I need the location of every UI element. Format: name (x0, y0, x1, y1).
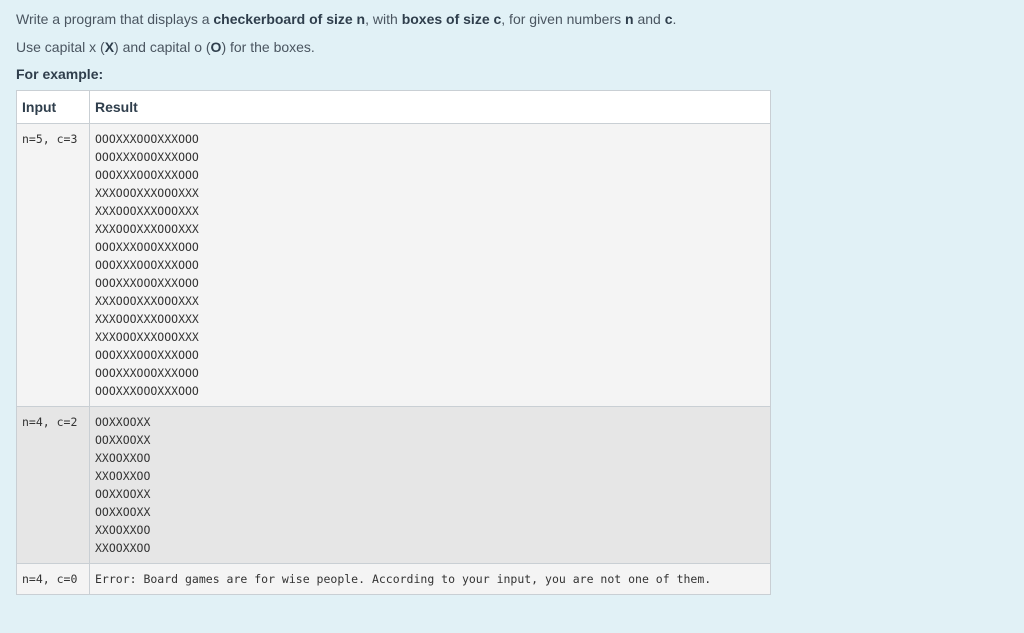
instruction-line-1: Write a program that displays a checkerb… (16, 9, 1008, 29)
instruction-text: , for given numbers (501, 11, 626, 27)
instruction-text: and (633, 11, 665, 27)
emphasis-text: O (210, 39, 222, 55)
result-cell: Error: Board games are for wise people. … (89, 563, 771, 595)
instruction-text: ) for the boxes. (221, 39, 315, 55)
table-row: n=4, c=2 OOXXOOXX OOXXOOXX XXOOXXOO XXOO… (16, 406, 771, 564)
table-row: n=4, c=0 Error: Board games are for wise… (16, 563, 771, 595)
result-cell: OOOXXXOOOXXXOOO OOOXXXOOOXXXOOO OOOXXXOO… (89, 123, 771, 407)
header-input: Input (16, 90, 90, 124)
emphasis-text: c (664, 11, 673, 27)
instruction-line-2: Use capital x (X) and capital o (O) for … (16, 37, 1008, 57)
input-cell: n=4, c=0 (16, 563, 90, 595)
instruction-text: Write a program that displays a (16, 11, 214, 27)
table-header-row: Input Result (16, 90, 771, 124)
for-example-label: For example: (16, 66, 104, 82)
instruction-text: Use capital x ( (16, 39, 105, 55)
instruction-text: , with (365, 11, 402, 27)
emphasis-text: n (625, 11, 634, 27)
input-cell: n=5, c=3 (16, 123, 90, 407)
emphasis-text: checkerboard of size n (213, 11, 366, 27)
instruction-text: ) and capital o ( (114, 39, 211, 55)
examples-table: Input Result n=5, c=3 OOOXXXOOOXXXOOO OO… (16, 90, 771, 595)
emphasis-text: X (104, 39, 115, 55)
input-cell: n=4, c=2 (16, 406, 90, 564)
question-page: Write a program that displays a checkerb… (0, 0, 1024, 633)
table-row: n=5, c=3 OOOXXXOOOXXXOOO OOOXXXOOOXXXOOO… (16, 123, 771, 407)
result-cell: OOXXOOXX OOXXOOXX XXOOXXOO XXOOXXOO OOXX… (89, 406, 771, 564)
header-result: Result (89, 90, 771, 124)
emphasis-text: boxes of size c (401, 11, 502, 27)
instruction-text: . (672, 11, 677, 27)
